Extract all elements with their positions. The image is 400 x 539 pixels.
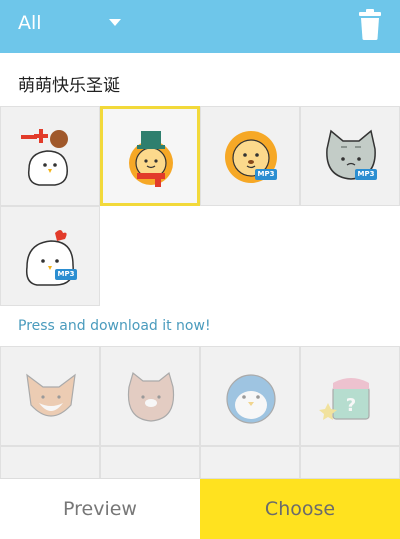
sticker-item-selected[interactable] <box>100 106 200 206</box>
sticker-item[interactable]: MP3 <box>200 106 300 206</box>
svg-text:?: ? <box>346 395 356 416</box>
trash-icon[interactable] <box>356 9 384 41</box>
mp3-badge: MP3 <box>355 169 377 180</box>
sticker-item[interactable]: MP3 <box>0 206 100 306</box>
preview-button[interactable]: Preview <box>0 479 200 539</box>
download-prompt[interactable]: Press and download it now! <box>18 318 211 334</box>
category-filter[interactable]: All <box>0 0 140 53</box>
penguin-sticker-icon <box>226 374 276 424</box>
lion-hat-sticker-icon <box>129 131 173 187</box>
sticker-item[interactable] <box>0 106 100 206</box>
chicken-sticker-icon <box>21 129 68 186</box>
mp3-badge: MP3 <box>255 169 277 180</box>
top-bar: All <box>0 0 400 53</box>
cat-sticker-icon <box>127 371 175 422</box>
sticker-item[interactable]: MP3 <box>300 106 400 206</box>
filter-label: All <box>18 12 42 34</box>
choose-button[interactable]: Choose <box>200 479 400 539</box>
locked-sticker-item[interactable] <box>0 346 100 446</box>
pack-title: 萌萌快乐圣诞 <box>18 76 120 96</box>
bottom-action-bar: Preview Choose <box>0 478 400 539</box>
fox-sticker-icon <box>26 373 76 417</box>
chevron-down-icon <box>109 19 121 26</box>
gift-box-icon: ? <box>319 378 370 420</box>
mp3-badge: MP3 <box>55 269 77 280</box>
locked-sticker-item[interactable] <box>200 346 300 446</box>
locked-sticker-item[interactable] <box>100 346 200 446</box>
locked-sticker-item[interactable]: ? <box>300 346 400 446</box>
